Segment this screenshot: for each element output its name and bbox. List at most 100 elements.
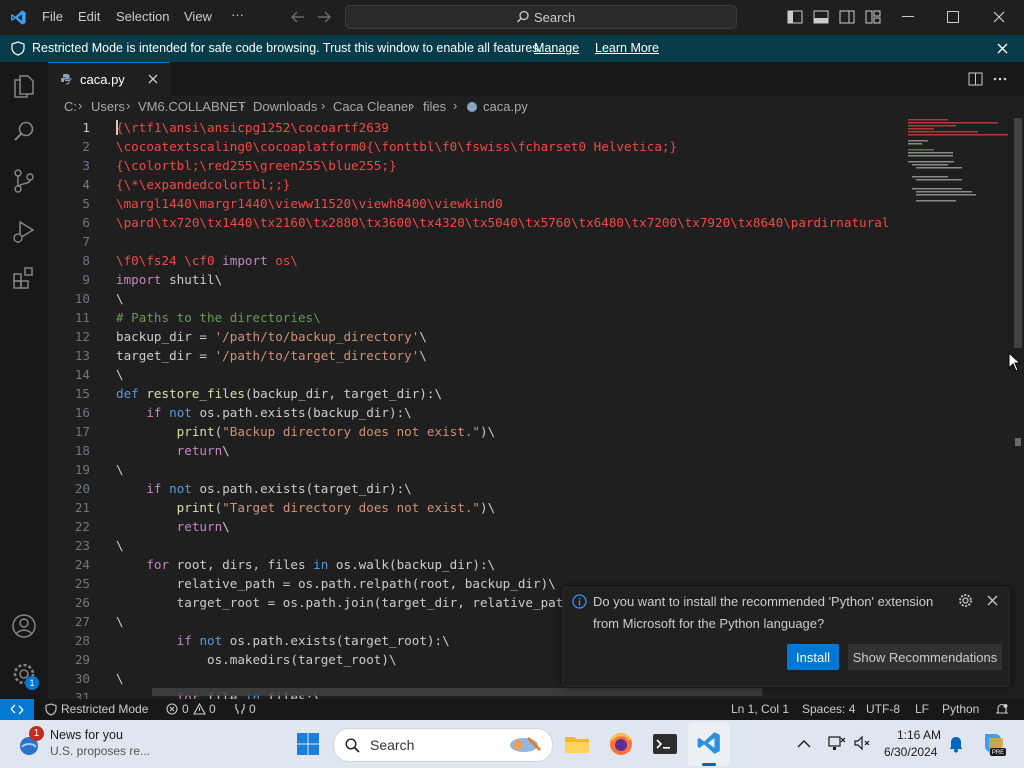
firefox-icon[interactable] (607, 730, 635, 758)
notifications-bell-icon[interactable] (996, 703, 1008, 716)
network-icon[interactable] (828, 734, 846, 752)
code-line[interactable]: 19 \ (48, 460, 906, 479)
back-arrow-icon[interactable] (290, 10, 306, 24)
vertical-scrollbar[interactable] (1012, 118, 1024, 699)
taskbar-search-box[interactable]: Search (333, 728, 553, 762)
breadcrumb-item[interactable]: Downloads (253, 99, 317, 114)
notification-close-icon[interactable] (987, 595, 998, 606)
code-line[interactable]: 4 {\*\expandedcolortbl;;} (48, 175, 906, 194)
code-line[interactable]: 11 # Paths to the directories\ (48, 308, 906, 327)
remote-indicator[interactable] (0, 699, 34, 720)
toggle-primary-sidebar-icon[interactable] (787, 10, 803, 24)
encoding[interactable]: UTF-8 (866, 702, 900, 716)
breadcrumb-item[interactable]: VM6.COLLABNET (138, 99, 246, 114)
code-line[interactable]: 23 \ (48, 536, 906, 555)
scrollbar-thumb[interactable] (1014, 118, 1022, 348)
run-debug-icon[interactable] (11, 218, 37, 244)
search-icon (517, 10, 529, 23)
cursor-position[interactable]: Ln 1, Col 1 (731, 702, 789, 716)
warning-count[interactable]: 0 (209, 702, 216, 716)
close-window-icon[interactable] (993, 11, 1005, 23)
notification-bell-icon[interactable] (948, 735, 964, 753)
ports-icon[interactable] (233, 703, 247, 715)
volume-muted-icon[interactable] (853, 734, 871, 752)
account-icon[interactable] (11, 613, 37, 639)
code-line[interactable]: 9 import shutil\ (48, 270, 906, 289)
horizontal-scrollbar-thumb[interactable] (152, 688, 762, 696)
chevron-up-icon[interactable] (797, 739, 811, 748)
menu-edit[interactable]: Edit (78, 9, 100, 24)
breadcrumb-item[interactable]: Caca Cleaner (333, 99, 413, 114)
clock-time[interactable]: 1:16 AM (897, 728, 941, 742)
code-line[interactable]: 6 \pard\tx720\tx1440\tx2160\tx2880\tx3600… (48, 213, 906, 232)
terminal-icon[interactable] (651, 730, 679, 758)
maximize-icon[interactable] (947, 11, 959, 23)
menu-selection[interactable]: Selection (116, 9, 169, 24)
line-number: 26 (74, 595, 90, 610)
extensions-icon[interactable] (12, 266, 36, 290)
end-of-line[interactable]: LF (915, 702, 929, 716)
code-line[interactable]: 17 print("Backup directory does not exis… (48, 422, 906, 441)
code-line[interactable]: 18 return\ (48, 441, 906, 460)
install-button[interactable]: Install (787, 644, 839, 670)
code-line[interactable]: 24 for root, dirs, files in os.walk(back… (48, 555, 906, 574)
menu-more-button[interactable]: ··· (231, 7, 244, 22)
code-line[interactable]: 13 target_dir = '/path/to/target_director… (48, 346, 906, 365)
file-explorer-icon[interactable] (563, 730, 591, 758)
breadcrumb-item-current[interactable]: caca.py (483, 99, 528, 114)
error-count[interactable]: 0 (182, 702, 189, 716)
notification-settings-gear-icon[interactable] (958, 593, 973, 608)
tab-caca-py[interactable]: caca.py (48, 62, 170, 96)
menu-view[interactable]: View (184, 9, 212, 24)
copilot-icon[interactable]: PRE (979, 730, 1007, 758)
code-line[interactable]: 8 \f0\fs24 \cf0 import os\ (48, 251, 906, 270)
source-control-icon[interactable] (12, 168, 36, 194)
forward-arrow-icon[interactable] (316, 10, 332, 24)
clock-date[interactable]: 6/30/2024 (884, 745, 937, 759)
breadcrumb-item[interactable]: C: (64, 99, 77, 114)
code-line[interactable]: 21 print("Target directory does not exis… (48, 498, 906, 517)
banner-learn-more-link[interactable]: Learn More (595, 41, 659, 55)
tab-close-icon[interactable] (148, 74, 158, 84)
banner-close-icon[interactable] (997, 43, 1008, 54)
code-line[interactable]: 7 (48, 232, 906, 251)
code-text: relative_path = os.path.relpath(root, ba… (116, 576, 556, 591)
customize-layout-icon[interactable] (865, 10, 881, 24)
code-line[interactable]: 12 backup_dir = '/path/to/backup_director… (48, 327, 906, 346)
code-line[interactable]: 20 if not os.path.exists(target_dir):\ (48, 479, 906, 498)
show-recommendations-button[interactable]: Show Recommendations (848, 644, 1002, 670)
restricted-mode-status[interactable]: Restricted Mode (61, 702, 148, 716)
editor-more-actions-icon[interactable] (993, 77, 1007, 81)
title-bar: File Edit Selection View ··· Search (0, 0, 1024, 35)
toggle-panel-icon[interactable] (813, 10, 829, 24)
search-view-icon[interactable] (12, 120, 36, 144)
toggle-secondary-sidebar-icon[interactable] (839, 10, 855, 24)
command-center-search[interactable]: Search (345, 5, 737, 29)
code-line[interactable]: 3 {\colortbl;\red255\green255\blue255;} (48, 156, 906, 175)
explorer-icon[interactable] (12, 72, 36, 98)
error-icon[interactable] (166, 703, 178, 715)
split-editor-icon[interactable] (968, 72, 983, 86)
code-line[interactable]: 10 \ (48, 289, 906, 308)
news-subtitle[interactable]: U.S. proposes re... (50, 744, 150, 758)
news-title[interactable]: News for you (50, 728, 123, 742)
code-line[interactable]: 1 {\rtf1\ansi\ansicpg1252\cocoartf2639 (48, 118, 906, 137)
menu-file[interactable]: File (42, 9, 63, 24)
code-line[interactable]: 14 \ (48, 365, 906, 384)
code-line[interactable]: 22 return\ (48, 517, 906, 536)
language-mode[interactable]: Python (942, 702, 979, 716)
code-line[interactable]: 16 if not os.path.exists(backup_dir):\ (48, 403, 906, 422)
indentation[interactable]: Spaces: 4 (802, 702, 855, 716)
code-line[interactable]: 15 def restore_files(backup_dir, target_d… (48, 384, 906, 403)
code-line[interactable]: 2 \cocoatextscaling0\cocoaplatform0{\font… (48, 137, 906, 156)
minimize-icon[interactable] (902, 16, 914, 18)
windows-start-icon[interactable] (296, 732, 320, 756)
breadcrumb-item[interactable]: files (423, 99, 446, 114)
vscode-taskbar-button[interactable] (688, 722, 730, 766)
ports-count[interactable]: 0 (249, 702, 256, 716)
warning-icon[interactable] (193, 703, 206, 715)
code-line[interactable]: 5 \margl1440\margr1440\vieww11520\viewh84… (48, 194, 906, 213)
banner-manage-link[interactable]: Manage (534, 41, 579, 55)
python-file-icon (467, 102, 477, 112)
breadcrumb-item[interactable]: Users (91, 99, 125, 114)
